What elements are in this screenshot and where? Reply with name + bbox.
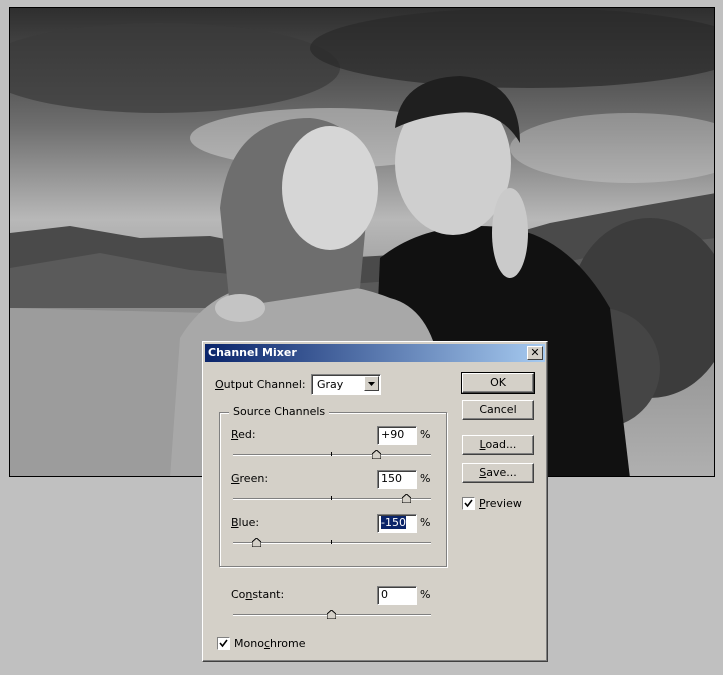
- blue-slider-center-tick: [331, 540, 332, 544]
- close-button[interactable]: ✕: [527, 346, 543, 360]
- monochrome-checkbox[interactable]: [217, 637, 230, 650]
- red-unit: %: [420, 428, 431, 441]
- blue-label: Blue:: [231, 516, 260, 529]
- cancel-button[interactable]: Cancel: [462, 400, 534, 420]
- green-unit: %: [420, 472, 431, 485]
- red-value-field[interactable]: +90: [377, 426, 417, 445]
- channel-mixer-dialog: Channel Mixer ✕ Output Channel: Gray Sou…: [202, 341, 548, 662]
- green-slider-thumb[interactable]: [402, 494, 411, 503]
- constant-slider-thumb[interactable]: [327, 610, 336, 619]
- dialog-title: Channel Mixer: [208, 346, 297, 359]
- red-slider-track[interactable]: [233, 454, 431, 456]
- output-channel-label: Output Channel:: [215, 378, 306, 391]
- load-button[interactable]: Load...: [462, 435, 534, 455]
- checkmark-icon: [219, 639, 228, 648]
- red-slider-center-tick: [331, 452, 332, 456]
- ok-button[interactable]: OK: [461, 372, 535, 394]
- dialog-titlebar[interactable]: Channel Mixer ✕: [205, 344, 545, 362]
- constant-value-field[interactable]: 0: [377, 586, 417, 605]
- green-label: Green:: [231, 472, 269, 485]
- blue-unit: %: [420, 516, 431, 529]
- blue-slider-track[interactable]: [233, 542, 431, 544]
- green-value-field[interactable]: 150: [377, 470, 417, 489]
- constant-unit: %: [420, 588, 431, 601]
- blue-value-field[interactable]: -150: [377, 514, 417, 533]
- dropdown-arrow-button[interactable]: [364, 376, 379, 391]
- output-channel-select[interactable]: Gray: [311, 374, 381, 395]
- monochrome-label[interactable]: Monochrome: [234, 637, 305, 650]
- constant-label: Constant:: [231, 588, 285, 601]
- close-icon: ✕: [530, 346, 540, 359]
- red-label: Red:: [231, 428, 256, 441]
- output-channel-value: Gray: [317, 378, 344, 391]
- preview-checkbox[interactable]: [462, 497, 475, 510]
- blue-slider-thumb[interactable]: [252, 538, 261, 547]
- source-channels-label: Source Channels: [229, 405, 330, 418]
- checkmark-icon: [464, 499, 473, 508]
- chevron-down-icon: [368, 382, 375, 386]
- save-button[interactable]: Save...: [462, 463, 534, 483]
- green-slider-center-tick: [331, 496, 332, 500]
- preview-label[interactable]: Preview: [479, 497, 522, 510]
- red-slider-thumb[interactable]: [372, 450, 381, 459]
